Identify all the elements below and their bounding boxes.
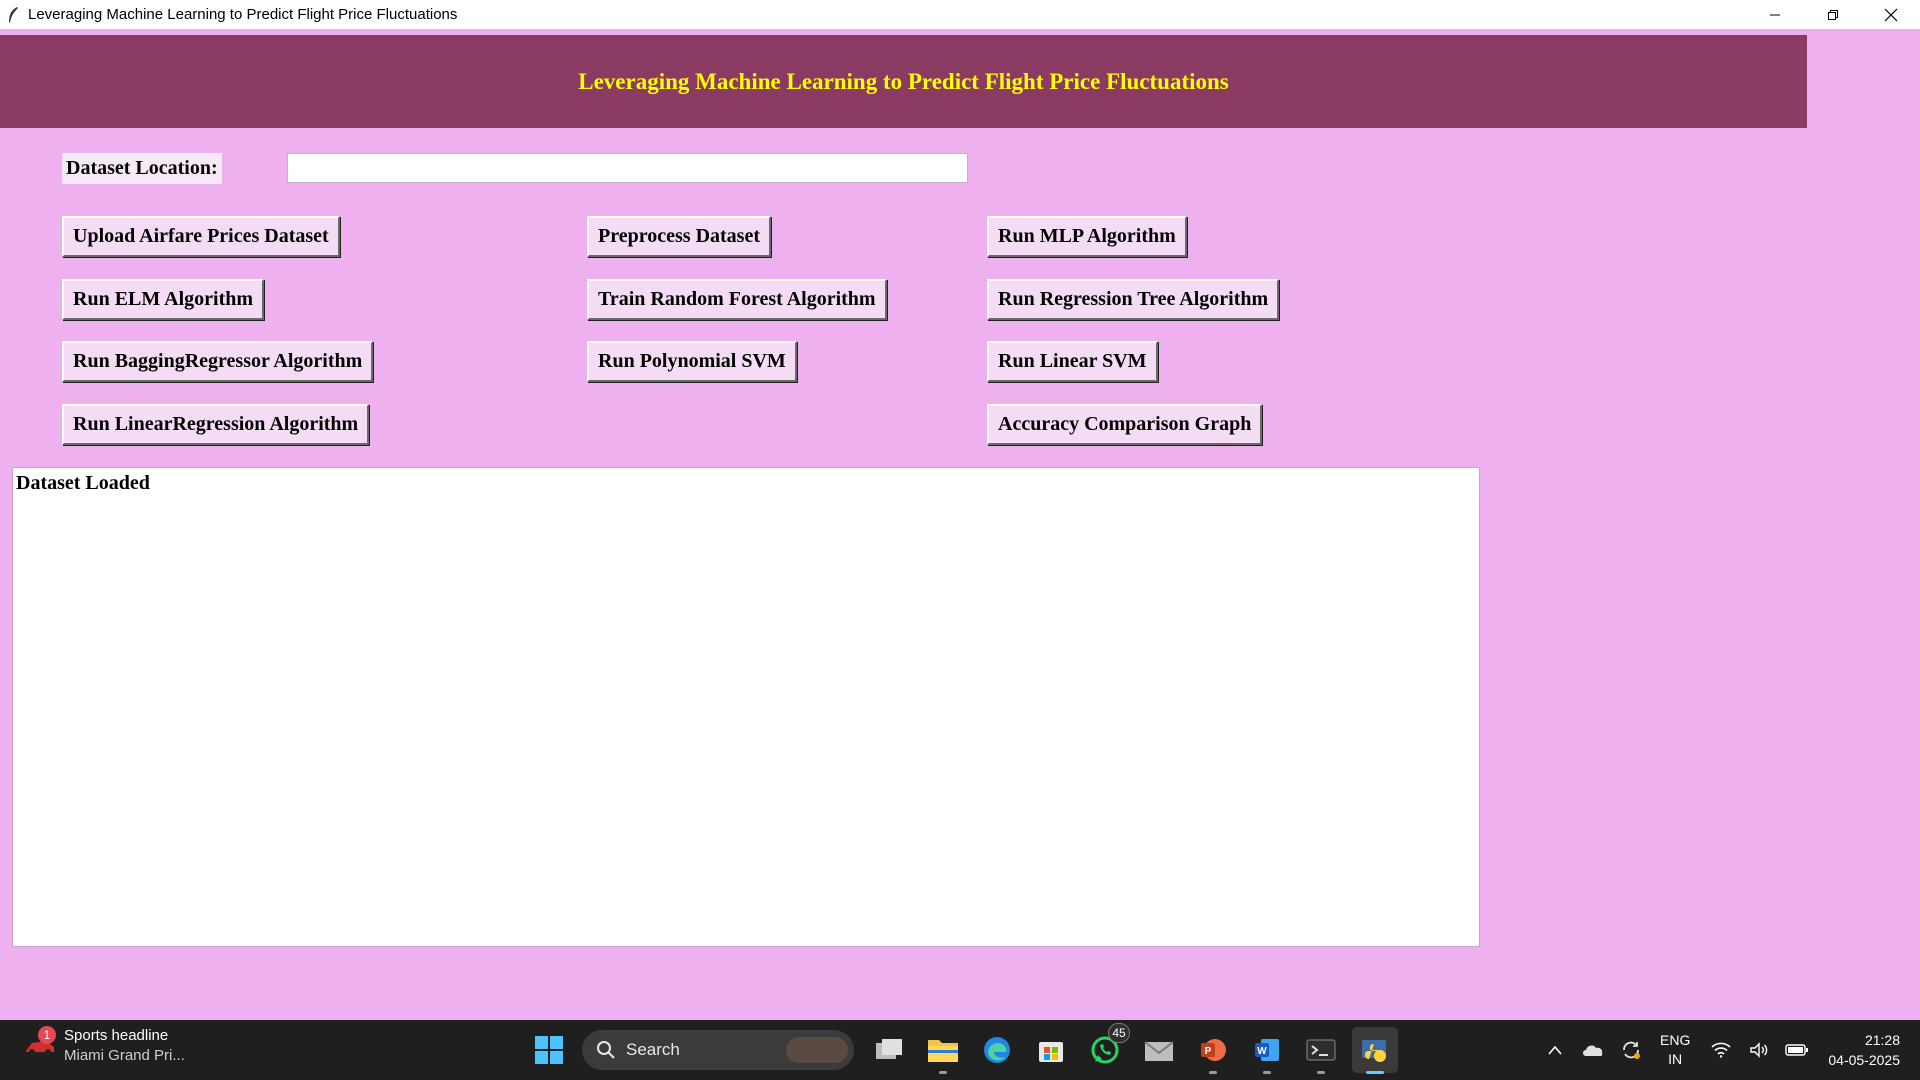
start-icon[interactable]	[526, 1027, 572, 1073]
news-badge: 1	[38, 1026, 56, 1044]
file-explorer-icon[interactable]	[920, 1027, 966, 1074]
svg-text:P: P	[1205, 1046, 1212, 1057]
upload-dataset-button[interactable]: Upload Airfare Prices Dataset	[62, 216, 340, 257]
volume-icon[interactable]	[1743, 1030, 1775, 1070]
accuracy-comparison-graph-button[interactable]: Accuracy Comparison Graph	[987, 404, 1263, 445]
language-region: IN	[1668, 1051, 1683, 1067]
search-icon	[597, 1041, 615, 1059]
word-icon[interactable]: W	[1244, 1027, 1290, 1074]
whatsapp-icon[interactable]: 45	[1082, 1023, 1130, 1073]
minimize-button[interactable]	[1746, 0, 1804, 29]
language-indicator[interactable]: ENG IN	[1660, 1031, 1690, 1069]
sync-icon[interactable]	[1615, 1030, 1647, 1070]
preprocess-dataset-button[interactable]: Preprocess Dataset	[587, 216, 771, 257]
mail-icon[interactable]	[1136, 1027, 1182, 1073]
run-polynomial-svm-button[interactable]: Run Polynomial SVM	[587, 341, 797, 382]
run-linear-svm-button[interactable]: Run Linear SVM	[987, 341, 1158, 382]
minimize-icon	[1770, 14, 1780, 15]
windows-taskbar: 1 Sports headline Miami Grand Pri... Sea…	[0, 1020, 1920, 1080]
dataset-location-input[interactable]	[287, 153, 968, 183]
chevron-up-icon[interactable]	[1539, 1030, 1571, 1070]
python-icon[interactable]	[1352, 1027, 1398, 1074]
app-client-area: Leveraging Machine Learning to Predict F…	[0, 29, 1920, 1020]
train-random-forest-button[interactable]: Train Random Forest Algorithm	[587, 279, 887, 320]
onedrive-icon[interactable]	[1577, 1030, 1609, 1070]
wifi-icon[interactable]	[1705, 1030, 1737, 1070]
news-widget[interactable]: 1 Sports headline Miami Grand Pri...	[22, 1026, 185, 1066]
taskbar-pinned-apps: Search 45 P W	[522, 1023, 1402, 1074]
sports-car-icon: 1	[22, 1026, 58, 1064]
clock-time: 21:28	[1864, 1032, 1900, 1048]
store-icon[interactable]	[1028, 1027, 1074, 1073]
restore-icon	[1828, 9, 1838, 20]
close-button[interactable]	[1862, 0, 1920, 29]
taskbar-search-box[interactable]: Search	[582, 1030, 854, 1070]
run-elm-button[interactable]: Run ELM Algorithm	[62, 279, 265, 320]
restore-button[interactable]	[1804, 0, 1862, 29]
system-clock[interactable]: 21:28 04-05-2025	[1828, 1030, 1900, 1070]
app-heading: Leveraging Machine Learning to Predict F…	[578, 68, 1229, 94]
clock-date: 04-05-2025	[1828, 1052, 1900, 1068]
window-title: Leveraging Machine Learning to Predict F…	[28, 6, 458, 23]
news-subtitle: Miami Grand Pri...	[64, 1047, 185, 1064]
header-banner: Leveraging Machine Learning to Predict F…	[0, 35, 1807, 128]
system-tray: ENG IN	[1536, 1020, 1816, 1080]
battery-icon[interactable]	[1781, 1030, 1813, 1070]
search-highlight-image	[786, 1037, 848, 1063]
run-regression-tree-button[interactable]: Run Regression Tree Algorithm	[987, 279, 1280, 320]
run-bagging-regressor-button[interactable]: Run BaggingRegressor Algorithm	[62, 341, 374, 382]
task-view-icon[interactable]	[866, 1027, 912, 1073]
output-text: Dataset Loaded	[16, 472, 150, 494]
output-text-area[interactable]: Dataset Loaded	[12, 467, 1480, 947]
whatsapp-badge: 45	[1108, 1023, 1130, 1043]
language-code: ENG	[1660, 1032, 1691, 1048]
search-label: Search	[626, 1040, 680, 1059]
close-icon	[1884, 8, 1898, 21]
dataset-location-label: Dataset Location:	[62, 153, 222, 184]
run-mlp-button[interactable]: Run MLP Algorithm	[987, 216, 1187, 257]
svg-text:W: W	[1257, 1046, 1267, 1057]
terminal-icon[interactable]	[1298, 1027, 1344, 1074]
window-titlebar: Leveraging Machine Learning to Predict F…	[0, 0, 1920, 29]
edge-icon[interactable]	[974, 1027, 1020, 1073]
run-linear-regression-button[interactable]: Run LinearRegression Algorithm	[62, 404, 370, 445]
powerpoint-icon[interactable]: P	[1190, 1027, 1236, 1074]
feather-icon	[6, 6, 20, 24]
news-headline: Sports headline	[64, 1027, 169, 1044]
